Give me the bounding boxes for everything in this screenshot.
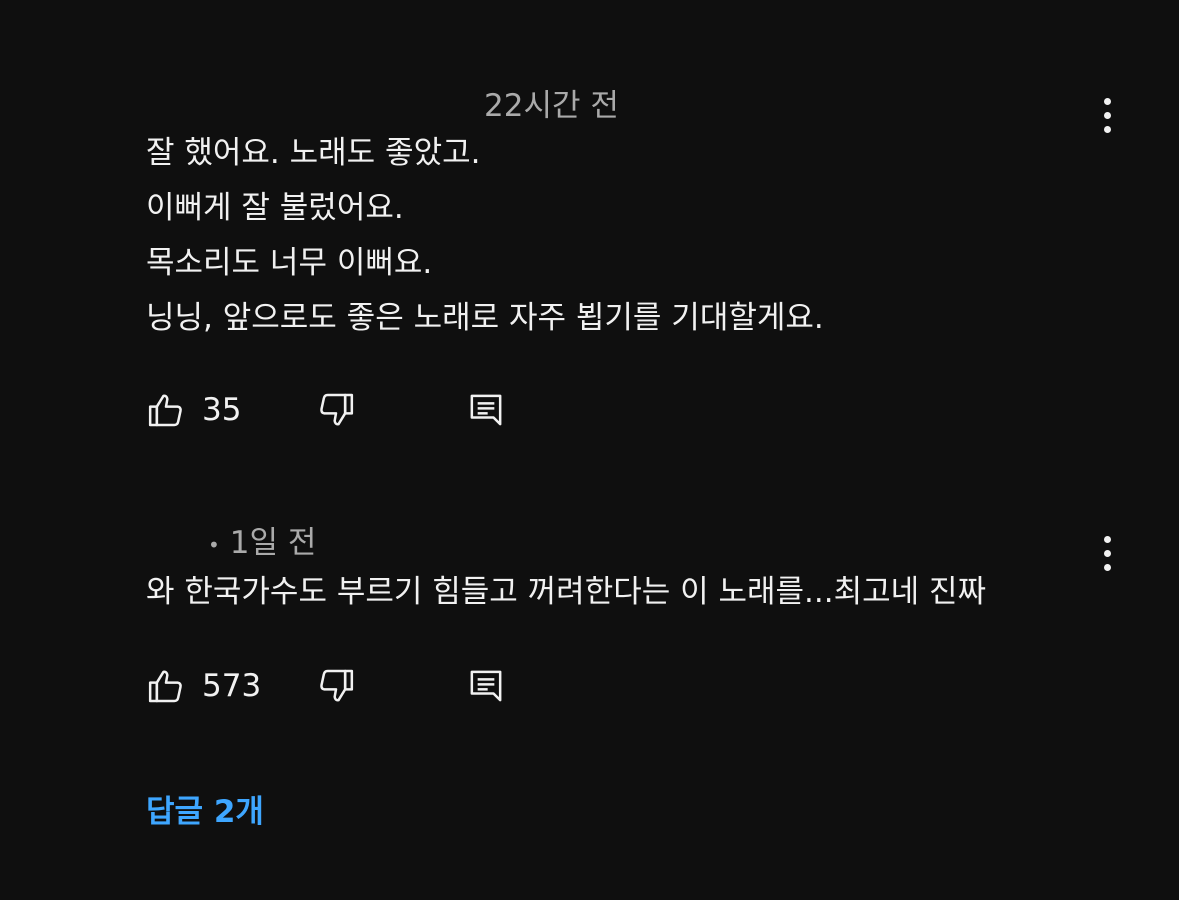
meta-separator: • bbox=[208, 532, 220, 557]
dislike-button[interactable] bbox=[316, 388, 356, 432]
comment-timestamp: 22시간 전 bbox=[484, 88, 619, 124]
more-vertical-icon bbox=[1103, 97, 1111, 105]
comment-icon bbox=[470, 394, 502, 426]
thumbs-down-icon bbox=[320, 669, 354, 702]
comment-line: 잘 했어요. 노래도 좋았고. bbox=[146, 135, 481, 171]
more-vertical-icon bbox=[1103, 535, 1111, 543]
comment-line: 목소리도 너무 이뻐요. bbox=[146, 245, 433, 281]
comment-line: 와 한국가수도 부르기 힘들고 꺼려한다는 이 노래를...최고네 진짜 bbox=[146, 574, 987, 610]
more-options-button[interactable] bbox=[1090, 531, 1124, 575]
like-button[interactable]: 35 bbox=[146, 388, 241, 432]
like-count: 573 bbox=[202, 668, 262, 704]
dislike-button[interactable] bbox=[316, 664, 356, 708]
comment-text: 잘 했어요. 노래도 좋았고. 이뻐게 잘 불렀어요. 목소리도 너무 이뻐요.… bbox=[146, 126, 824, 346]
like-button[interactable]: 573 bbox=[146, 664, 261, 708]
like-count: 35 bbox=[202, 392, 242, 428]
view-replies-button[interactable]: 답글 2개 bbox=[146, 786, 264, 831]
comment-actions: 35 bbox=[146, 388, 546, 432]
thumbs-up-icon bbox=[148, 670, 182, 703]
comment-meta: • 1일 전 bbox=[208, 517, 316, 562]
comment-line: 닝닝, 앞으로도 좋은 노래로 자주 뵙기를 기대할게요. bbox=[146, 300, 824, 336]
more-options-button[interactable] bbox=[1090, 93, 1124, 137]
reply-button[interactable] bbox=[466, 388, 506, 432]
comment-timestamp: 1일 전 bbox=[229, 525, 317, 561]
comment-icon bbox=[470, 670, 502, 702]
thumbs-down-icon bbox=[320, 393, 354, 426]
reply-button[interactable] bbox=[466, 664, 506, 708]
thumbs-up-icon bbox=[148, 394, 182, 427]
comment-actions: 573 bbox=[146, 664, 546, 708]
comment-line: 이뻐게 잘 불렀어요. bbox=[146, 190, 404, 226]
comment-text: 와 한국가수도 부르기 힘들고 꺼려한다는 이 노래를...최고네 진짜 bbox=[146, 565, 986, 620]
